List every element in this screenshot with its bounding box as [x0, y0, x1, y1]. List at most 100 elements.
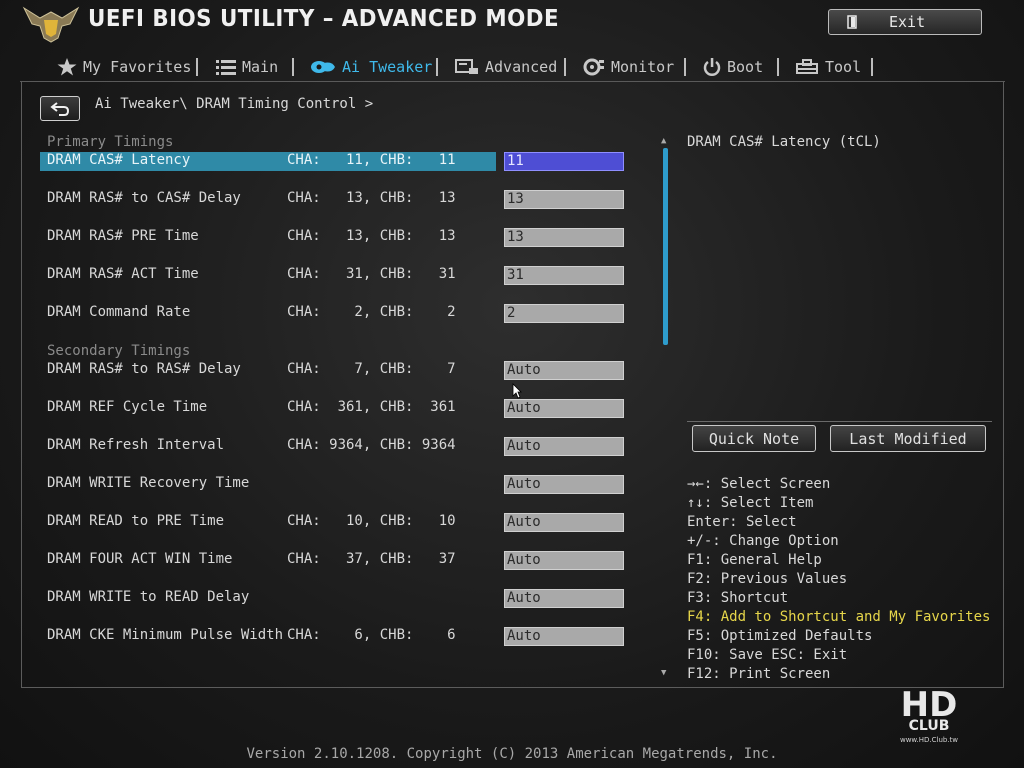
key-hint: F10: Save ESC: Exit: [687, 647, 848, 663]
tab-tool[interactable]: Tool: [795, 56, 861, 78]
tab-advanced[interactable]: Advanced: [455, 56, 557, 78]
setting-row-ras-act[interactable]: DRAM RAS# ACT Time CHA: 31, CHB: 31 31: [40, 266, 624, 285]
setting-name: DRAM FOUR ACT WIN Time: [47, 551, 233, 567]
setting-row-refresh-interval[interactable]: DRAM Refresh Interval CHA: 9364, CHB: 93…: [40, 437, 624, 456]
help-title: DRAM CAS# Latency (tCL): [687, 134, 881, 150]
setting-row-four-act-win[interactable]: DRAM FOUR ACT WIN Time CHA: 37, CHB: 37 …: [40, 551, 624, 570]
tool-icon: [796, 59, 818, 74]
star-icon: [57, 58, 77, 76]
tab-monitor[interactable]: Monitor: [583, 56, 674, 78]
setting-name: DRAM Command Rate: [47, 304, 191, 320]
section-secondary-timings: Secondary Timings: [47, 343, 191, 359]
tab-separator: [684, 58, 686, 76]
setting-row-cas-latency[interactable]: DRAM CAS# Latency CHA: 11, CHB: 11 11: [40, 152, 624, 171]
exit-label: Exit: [889, 13, 926, 31]
setting-row-command-rate[interactable]: DRAM Command Rate CHA: 2, CHB: 2 2: [40, 304, 624, 323]
tab-separator: [196, 58, 198, 76]
key-hint: ↑↓: Select Item: [687, 495, 814, 511]
tab-separator: [436, 58, 438, 76]
tab-separator: [777, 58, 779, 76]
setting-row-write-to-read[interactable]: DRAM WRITE to READ Delay Auto: [40, 589, 624, 608]
exit-door-icon: [847, 15, 857, 29]
setting-value-field[interactable]: Auto: [504, 513, 624, 532]
power-icon: [703, 58, 721, 76]
setting-row-ras-pre[interactable]: DRAM RAS# PRE Time CHA: 13, CHB: 13 13: [40, 228, 624, 247]
setting-channels: CHA: 2, CHB: 2: [287, 304, 456, 320]
setting-row-ras-to-cas[interactable]: DRAM RAS# to CAS# Delay CHA: 13, CHB: 13…: [40, 190, 624, 209]
setting-value-field[interactable]: 31: [504, 266, 624, 285]
setting-row-read-to-pre[interactable]: DRAM READ to PRE Time CHA: 10, CHB: 10 A…: [40, 513, 624, 532]
key-hint: F2: Previous Values: [687, 571, 848, 587]
setting-name: DRAM RAS# ACT Time: [47, 266, 199, 282]
setting-channels: CHA: 13, CHB: 13: [287, 228, 456, 244]
tab-label: Boot: [727, 58, 764, 76]
exit-button[interactable]: Exit: [828, 9, 982, 35]
version-footer: Version 2.10.1208. Copyright (C) 2013 Am…: [246, 746, 778, 762]
setting-row-ras-to-ras[interactable]: DRAM RAS# to RAS# Delay CHA: 7, CHB: 7 A…: [40, 361, 624, 380]
key-hint: F1: General Help: [687, 552, 822, 568]
setting-name: DRAM READ to PRE Time: [47, 513, 225, 529]
setting-name: DRAM WRITE to READ Delay: [47, 589, 250, 605]
tab-ai-tweaker[interactable]: Ai Tweaker: [310, 56, 432, 78]
setting-channels: CHA: 6, CHB: 6: [287, 627, 456, 643]
setting-name: DRAM RAS# PRE Time: [47, 228, 199, 244]
key-legend: →←: Select Screen ↑↓: Select Item Enter:…: [687, 475, 990, 684]
tab-separator: [292, 58, 294, 76]
key-hint: +/-: Change Option: [687, 533, 839, 549]
setting-row-write-recovery[interactable]: DRAM WRITE Recovery Time Auto: [40, 475, 624, 494]
setting-row-cke-min-pulse[interactable]: DRAM CKE Minimum Pulse Width CHA: 6, CHB…: [40, 627, 624, 646]
setting-name: DRAM WRITE Recovery Time: [47, 475, 250, 491]
tab-label: Monitor: [611, 58, 675, 76]
scrollbar-thumb[interactable]: [663, 148, 668, 345]
scroll-up-arrow-icon[interactable]: ▲: [661, 136, 666, 146]
setting-value-field[interactable]: Auto: [504, 399, 624, 418]
hd-club-watermark-logo: HD CLUB www.HD.Club.tw: [900, 685, 958, 744]
setting-value-field[interactable]: 11: [504, 152, 624, 171]
key-hint: →←: Select Screen: [687, 476, 831, 492]
tab-label: Advanced: [485, 58, 558, 76]
setting-channels: CHA: 37, CHB: 37: [287, 551, 456, 567]
svg-text:CLUB: CLUB: [909, 718, 950, 734]
tab-label: Main: [242, 58, 279, 76]
breadcrumb: Ai Tweaker\ DRAM Timing Control >: [95, 96, 374, 112]
setting-value-field[interactable]: Auto: [504, 589, 624, 608]
setting-name: DRAM CAS# Latency: [47, 152, 191, 168]
setting-row-ref-cycle[interactable]: DRAM REF Cycle Time CHA: 361, CHB: 361 A…: [40, 399, 624, 418]
key-hint: F5: Optimized Defaults: [687, 628, 873, 644]
setting-name: DRAM CKE Minimum Pulse Width: [47, 627, 284, 643]
tab-main[interactable]: Main: [216, 56, 278, 78]
tab-label: My Favorites: [83, 58, 192, 76]
svg-text:www.HD.Club.tw: www.HD.Club.tw: [900, 736, 958, 744]
setting-value-field[interactable]: Auto: [504, 361, 624, 380]
help-divider: [687, 421, 992, 422]
setting-value-field[interactable]: Auto: [504, 627, 624, 646]
advanced-icon: [455, 59, 478, 74]
setting-value-field[interactable]: 13: [504, 228, 624, 247]
scroll-down-arrow-icon[interactable]: ▼: [661, 668, 666, 678]
setting-value-field[interactable]: 13: [504, 190, 624, 209]
key-hint: Enter: Select: [687, 514, 797, 530]
setting-channels: CHA: 31, CHB: 31: [287, 266, 456, 282]
tab-label: Ai Tweaker: [342, 58, 433, 76]
key-hint: F3: Shortcut: [687, 590, 789, 606]
setting-value-field[interactable]: 2: [504, 304, 624, 323]
key-hint-highlight: F4: Add to Shortcut and My Favorites: [687, 609, 991, 625]
tweaker-icon: [311, 61, 335, 73]
setting-value-field[interactable]: Auto: [504, 475, 624, 494]
list-icon: [216, 60, 236, 75]
back-button[interactable]: [40, 96, 80, 121]
quick-note-button[interactable]: Quick Note: [692, 425, 816, 452]
tab-my-favorites[interactable]: My Favorites: [57, 56, 191, 78]
setting-channels: CHA: 13, CHB: 13: [287, 190, 456, 206]
setting-channels: CHA: 10, CHB: 10: [287, 513, 456, 529]
page-title: UEFI BIOS UTILITY – ADVANCED MODE: [88, 6, 560, 32]
monitor-icon: [583, 58, 604, 76]
setting-value-field[interactable]: Auto: [504, 437, 624, 456]
tab-boot[interactable]: Boot: [703, 56, 763, 78]
last-modified-button[interactable]: Last Modified: [830, 425, 986, 452]
setting-channels: CHA: 9364, CHB: 9364: [287, 437, 456, 453]
tab-label: Tool: [825, 58, 862, 76]
tuf-logo-icon: [22, 6, 80, 43]
setting-value-field[interactable]: Auto: [504, 551, 624, 570]
setting-channels: CHA: 361, CHB: 361: [287, 399, 456, 415]
